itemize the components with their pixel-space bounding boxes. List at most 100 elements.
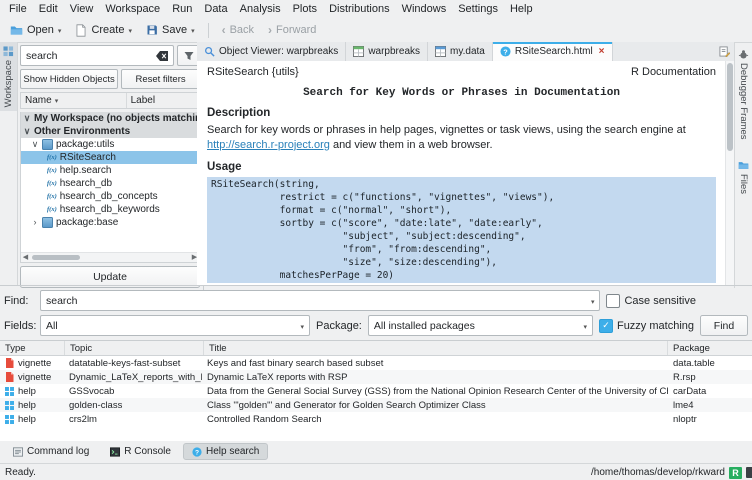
tree-item-other-environments[interactable]: ∨ Other Environments — [21, 125, 199, 138]
menu-analysis[interactable]: Analysis — [234, 1, 287, 17]
back-button[interactable]: ‹ Back — [216, 21, 260, 39]
new-document-icon — [75, 24, 87, 37]
files-dock-tab[interactable]: Files — [735, 156, 752, 198]
find-button[interactable]: Find — [700, 315, 748, 336]
menubar: File Edit View Workspace Run Data Analys… — [0, 0, 752, 18]
clear-search-icon[interactable] — [156, 51, 168, 61]
fuzzy-matching-checkbox[interactable]: Fuzzy matching — [599, 319, 694, 333]
tree-column-header: Name Label — [20, 92, 200, 109]
package-icon — [42, 139, 53, 150]
tab-rsitesearch-html[interactable]: ? RSiteSearch.html × — [493, 42, 613, 61]
table-row[interactable]: vignette Dynamic_LaTeX_reports_with_RSP … — [0, 370, 752, 384]
tree-horizontal-scrollbar[interactable]: ◀ ▶ — [21, 252, 199, 262]
workspace-dock-tab[interactable]: Workspace — [0, 42, 17, 111]
tree-item-package-utils[interactable]: ∨ package:utils — [21, 138, 199, 151]
tree-item-rsitesearch[interactable]: RSiteSearch — [21, 151, 199, 164]
dropdown-arrow-icon — [191, 24, 195, 36]
collapse-icon[interactable]: ∨ — [31, 140, 39, 149]
table-row[interactable]: help crs2lm Controlled Random Search nlo… — [0, 412, 752, 426]
help-search-tab[interactable]: ? Help search — [183, 443, 268, 460]
menu-windows[interactable]: Windows — [396, 1, 453, 17]
menu-plots[interactable]: Plots — [287, 1, 323, 17]
command-log-tab[interactable]: Command log — [4, 443, 98, 460]
scrollbar-thumb[interactable] — [727, 63, 733, 151]
workspace-search-input[interactable]: search — [20, 45, 174, 66]
forward-button[interactable]: › Forward — [262, 21, 322, 39]
tree-item-hsearch-db-concepts[interactable]: hsearch_db_concepts — [21, 190, 199, 203]
tree-item-help-search[interactable]: help.search — [21, 164, 199, 177]
menu-file[interactable]: File — [3, 1, 33, 17]
back-arrow-icon: ‹ — [222, 24, 226, 36]
forward-arrow-icon: › — [268, 24, 272, 36]
save-button[interactable]: Save — [140, 21, 201, 39]
menu-data[interactable]: Data — [198, 1, 233, 17]
scrollbar-thumb[interactable] — [32, 255, 80, 260]
description-paragraph: Search for key words or phrases in help … — [207, 123, 716, 153]
close-icon[interactable]: × — [599, 47, 605, 57]
column-header-package[interactable]: Package — [668, 341, 752, 355]
menu-help[interactable]: Help — [504, 1, 539, 17]
column-header-topic[interactable]: Topic — [65, 341, 204, 355]
menu-edit[interactable]: Edit — [33, 1, 64, 17]
table-row[interactable]: help golden-class Class '"golden"' and G… — [0, 398, 752, 412]
help-icon — [5, 387, 14, 396]
open-button[interactable]: Open — [4, 21, 67, 40]
data-table-icon — [353, 46, 364, 57]
menu-run[interactable]: Run — [166, 1, 198, 17]
resize-grip[interactable] — [746, 467, 752, 478]
menu-workspace[interactable]: Workspace — [99, 1, 166, 17]
package-label: Package: — [316, 320, 362, 332]
scrollbar-track[interactable] — [30, 253, 190, 262]
svg-text:?: ? — [195, 449, 199, 456]
results-header: Type Topic Title Package — [0, 341, 752, 356]
tree-item-hsearch-db[interactable]: hsearch_db — [21, 177, 199, 190]
function-icon — [47, 154, 57, 161]
reset-filters-button[interactable]: Reset filters — [121, 69, 200, 89]
table-row[interactable]: help GSSvocab Data from the General Soci… — [0, 384, 752, 398]
find-input[interactable]: search — [40, 290, 600, 311]
usage-heading: Usage — [207, 161, 716, 173]
help-icon — [5, 401, 14, 410]
function-icon — [47, 206, 57, 213]
menu-settings[interactable]: Settings — [452, 1, 504, 17]
r-engine-status-badge[interactable]: R — [729, 467, 742, 479]
scroll-left-icon[interactable]: ◀ — [21, 254, 30, 261]
results-table: Type Topic Title Package vignette datata… — [0, 340, 752, 441]
column-header-title[interactable]: Title — [204, 341, 668, 355]
create-button[interactable]: Create — [69, 21, 138, 40]
tab-warpbreaks[interactable]: warpbreaks — [346, 42, 428, 61]
menu-view[interactable]: View — [64, 1, 100, 17]
find-bar: Find: search Case sensitive Fields: All … — [0, 286, 752, 340]
collapse-icon[interactable]: ∨ — [23, 114, 31, 123]
tab-list-button[interactable] — [714, 42, 735, 61]
table-row[interactable]: vignette datatable-keys-fast-subset Keys… — [0, 356, 752, 370]
svg-text:?: ? — [503, 47, 508, 56]
column-header-type[interactable]: Type — [0, 341, 65, 355]
help-page-icon: ? — [500, 46, 511, 57]
package-icon — [42, 217, 53, 228]
tab-object-viewer[interactable]: Object Viewer: warpbreaks — [197, 42, 346, 61]
collapse-icon[interactable]: ∨ — [23, 127, 31, 136]
tree-item-package-base[interactable]: › package:base — [21, 216, 199, 229]
tab-my-data[interactable]: my.data — [428, 42, 493, 61]
tree-item-my-workspace[interactable]: ∨ My Workspace (no objects matching filt… — [21, 112, 199, 125]
menu-distributions[interactable]: Distributions — [323, 1, 396, 17]
combo-arrow-icon — [55, 95, 59, 106]
name-column-header[interactable]: Name — [21, 93, 127, 108]
filter-icon — [184, 51, 194, 61]
usage-code-block: RSiteSearch(string, restrict = c("functi… — [207, 177, 716, 283]
vignette-icon — [5, 358, 14, 368]
expand-icon[interactable]: › — [31, 218, 39, 227]
case-sensitive-checkbox[interactable]: Case sensitive — [606, 294, 696, 308]
tree-item-hsearch-db-keywords[interactable]: hsearch_db_keywords — [21, 203, 199, 216]
package-select[interactable]: All installed packages — [368, 315, 593, 336]
toolbar-separator — [208, 23, 209, 38]
label-column-header[interactable]: Label — [127, 93, 199, 108]
fields-select[interactable]: All — [40, 315, 310, 336]
r-console-tab[interactable]: R Console — [101, 443, 180, 460]
open-folder-icon — [10, 24, 23, 37]
search-r-project-link[interactable]: http://search.r-project.org — [207, 139, 330, 151]
show-hidden-objects-button[interactable]: Show Hidden Objects — [20, 69, 118, 89]
debugger-frames-dock-tab[interactable]: Debugger Frames — [735, 45, 752, 144]
statusbar: Ready. /home/thomas/develop/rkward R — [0, 463, 752, 480]
